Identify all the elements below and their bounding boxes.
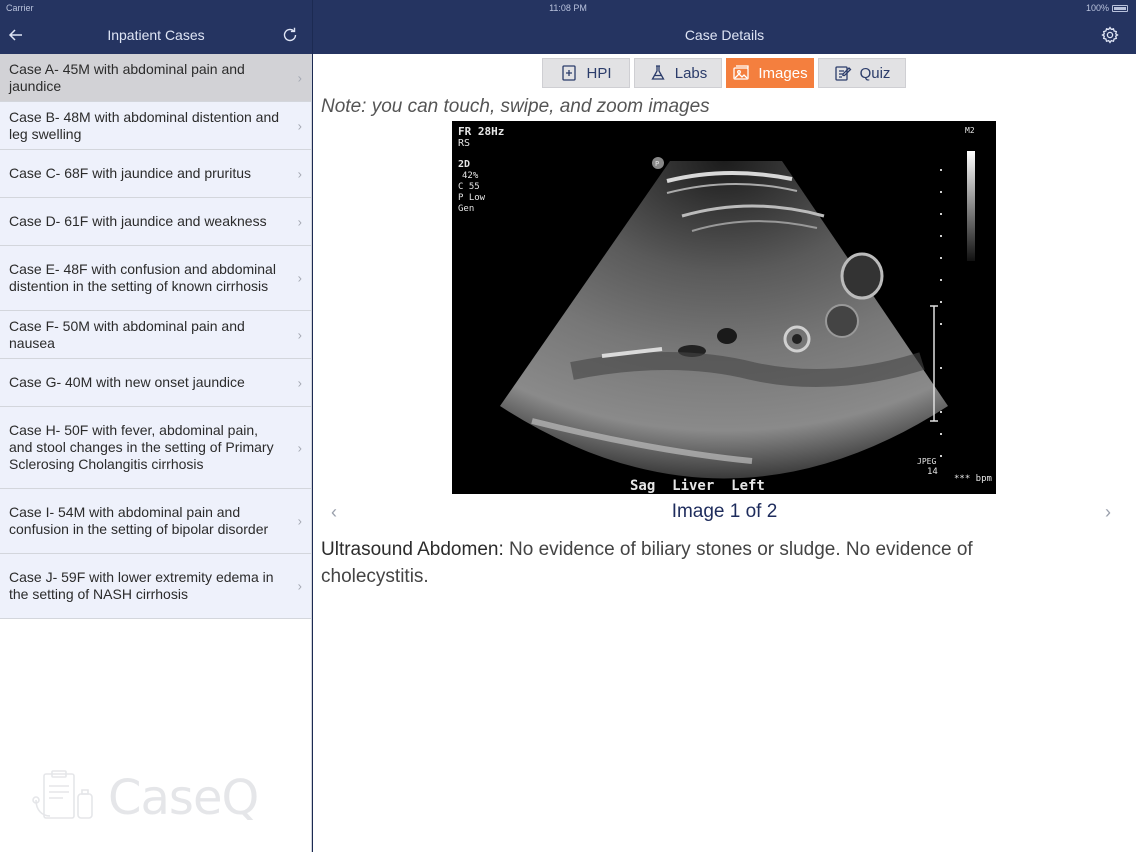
chevron-right-icon: › xyxy=(297,513,302,529)
case-details-panel: HPI Labs Images Quiz Note: you can touch… xyxy=(313,54,1136,852)
hpi-document-icon xyxy=(562,65,577,81)
chevron-right-icon: › xyxy=(297,270,302,286)
chevron-right-icon: › xyxy=(297,375,302,390)
us-frame-rate: FR 28Hz xyxy=(458,125,504,138)
caseq-logo: CaseQ xyxy=(30,770,259,826)
tab-quiz[interactable]: Quiz xyxy=(818,58,906,88)
case-label: Case D- 61F with jaundice and weakness xyxy=(9,213,267,229)
case-list-item[interactable]: Case B- 48M with abdominal distention an… xyxy=(0,102,311,150)
us-c: C 55 xyxy=(458,182,480,192)
clipboard-stethoscope-icon xyxy=(32,770,93,819)
tab-label: Labs xyxy=(674,64,708,82)
clock: 11:08 PM xyxy=(549,3,587,13)
us-rs: RS xyxy=(458,138,470,149)
case-list-item[interactable]: Case C- 68F with jaundice and pruritus › xyxy=(0,150,311,198)
us-gen: Gen xyxy=(458,204,474,214)
case-label: Case A- 45M with abdominal pain and jaun… xyxy=(9,60,245,94)
tab-labs[interactable]: Labs xyxy=(634,58,722,88)
us-bpm: *** bpm xyxy=(954,474,992,484)
quiz-edit-icon xyxy=(834,66,851,81)
image-description: Ultrasound Abdomen: No evidence of bilia… xyxy=(321,536,1081,590)
case-label: Case E- 48F with confusion and abdominal… xyxy=(9,261,276,294)
right-nav-title: Case Details xyxy=(684,27,765,43)
case-list-item[interactable]: Case H- 50F with fever, abdominal pain, … xyxy=(0,407,311,489)
us-p: P Low xyxy=(458,193,486,203)
settings-gear-icon[interactable] xyxy=(1100,25,1120,45)
logo-text: CaseQ xyxy=(108,770,259,826)
us-marker: P xyxy=(655,160,659,168)
case-label: Case I- 54M with abdominal pain and conf… xyxy=(9,504,269,537)
chevron-right-icon: › xyxy=(297,327,302,342)
us-jpeg: JPEG xyxy=(917,457,936,466)
chevron-right-icon: › xyxy=(297,70,302,85)
chevron-right-icon: › xyxy=(297,214,302,229)
us-jpeg-num: 14 xyxy=(927,467,938,477)
chevron-right-icon: › xyxy=(297,166,302,181)
case-label: Case B- 48M with abdominal distention an… xyxy=(9,108,280,142)
battery-icon xyxy=(1112,4,1128,12)
battery-percent: 100% xyxy=(1085,3,1109,13)
case-list-sidebar: Case A- 45M with abdominal pain and jaun… xyxy=(0,54,312,852)
case-label: Case F- 50M with abdominal pain and naus… xyxy=(9,317,245,351)
description-label: Ultrasound Abdomen: xyxy=(321,539,504,560)
left-nav-bar: Inpatient Cases xyxy=(0,16,312,54)
case-list-item[interactable]: Case J- 59F with lower extremity edema i… xyxy=(0,554,311,619)
us-gain: 42% xyxy=(462,171,479,181)
refresh-icon[interactable] xyxy=(280,25,300,45)
case-list-item[interactable]: Case D- 61F with jaundice and weakness › xyxy=(0,198,311,246)
tab-images[interactable]: Images xyxy=(726,58,814,88)
images-icon xyxy=(733,65,750,80)
case-list-item[interactable]: Case G- 40M with new onset jaundice › xyxy=(0,359,311,407)
flask-icon xyxy=(651,65,665,80)
tab-hpi[interactable]: HPI xyxy=(542,58,630,88)
chevron-right-icon: › xyxy=(297,578,302,594)
us-view-label: Sag Liver Left xyxy=(630,478,765,494)
case-label: Case H- 50F with fever, abdominal pain, … xyxy=(9,422,274,472)
next-image-arrow[interactable]: › xyxy=(1105,502,1111,523)
segmented-tabs: HPI Labs Images Quiz xyxy=(542,58,906,88)
ultrasound-image[interactable]: FR 28Hz RS 2D 42% C 55 P Low Gen P M2 JP… xyxy=(452,121,996,494)
tab-label: HPI xyxy=(586,64,612,82)
case-list-item[interactable]: Case E- 48F with confusion and abdominal… xyxy=(0,246,311,311)
case-label: Case G- 40M with new onset jaundice xyxy=(9,374,245,390)
chevron-right-icon: › xyxy=(297,118,302,133)
right-nav-bar: Case Details xyxy=(313,16,1136,54)
us-m2: M2 xyxy=(965,126,975,135)
case-list-item[interactable]: Case A- 45M with abdominal pain and jaun… xyxy=(0,54,311,102)
image-hint-note: Note: you can touch, swipe, and zoom ima… xyxy=(321,96,710,117)
left-nav-title: Inpatient Cases xyxy=(107,27,205,43)
image-counter: Image 1 of 2 xyxy=(671,501,778,522)
case-label: Case J- 59F with lower extremity edema i… xyxy=(9,569,274,602)
chevron-right-icon: › xyxy=(297,440,302,455)
case-list-item[interactable]: Case F- 50M with abdominal pain and naus… xyxy=(0,311,311,359)
tab-label: Quiz xyxy=(859,64,891,82)
case-label: Case C- 68F with jaundice and pruritus xyxy=(9,165,252,181)
us-mode: 2D xyxy=(458,159,470,170)
status-bar: Carrier 11:08 PM 100% xyxy=(0,0,1136,16)
case-list-item[interactable]: Case I- 54M with abdominal pain and conf… xyxy=(0,489,311,554)
tab-label: Images xyxy=(758,64,808,82)
battery-indicator: 100% xyxy=(1086,3,1128,13)
